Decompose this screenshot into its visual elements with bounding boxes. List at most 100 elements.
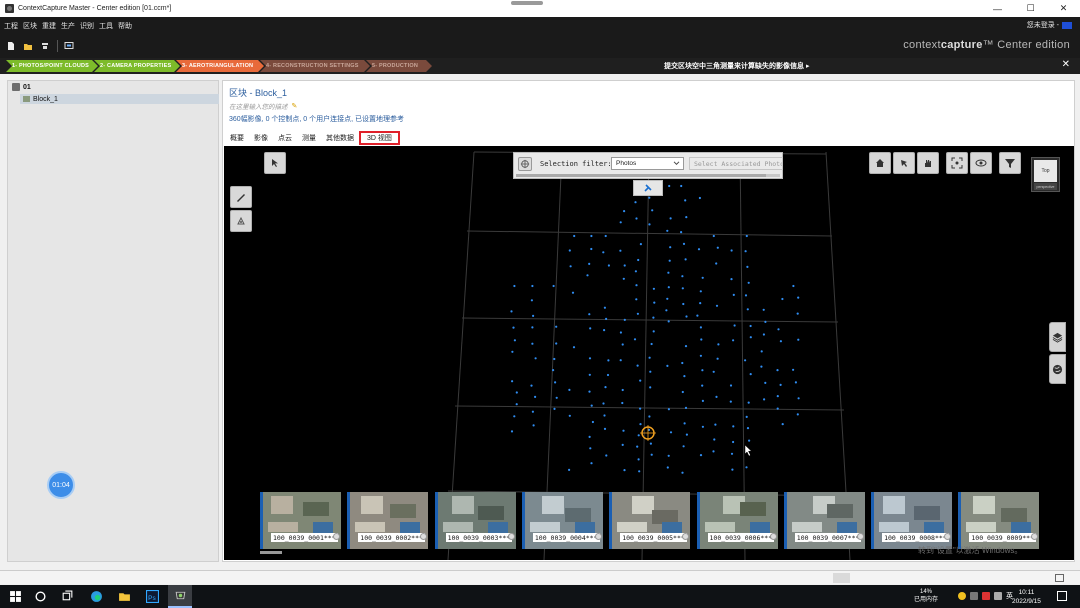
step-photos[interactable]: 1- PHOTOS/POINT CLOUDS xyxy=(6,60,98,72)
edge-browser-icon[interactable] xyxy=(89,589,104,604)
photo-thumbnail[interactable]: 100_0039_0002*** xyxy=(347,492,429,549)
tray-app-icon[interactable] xyxy=(958,592,966,600)
selection-filter-dropdown[interactable]: Photos xyxy=(611,157,684,170)
thumbnail-label: 100_0039_0003*** xyxy=(445,533,513,542)
tab-surveys[interactable]: 测量 xyxy=(297,131,321,145)
login-flag-icon xyxy=(1062,21,1072,29)
workflow-message[interactable]: 提交区块空中三角测量来计算缺失的影像信息 ▸ xyxy=(664,61,809,71)
svg-text:Ps: Ps xyxy=(148,595,156,602)
menu-block[interactable]: 区块 xyxy=(22,21,38,31)
photo-thumbnail[interactable]: 100_0039_0007*** xyxy=(783,492,865,549)
file-explorer-icon[interactable] xyxy=(117,589,132,604)
minimize-button[interactable]: — xyxy=(981,0,1014,17)
photo-thumbnail[interactable]: 100_0039_0008*** xyxy=(871,492,953,549)
layers-button[interactable] xyxy=(1049,322,1066,352)
navigation-cube[interactable]: Top perspective xyxy=(1031,157,1060,192)
photo-thumbnail[interactable]: 100_0039_0001*** xyxy=(260,492,341,549)
filter-target-icon[interactable] xyxy=(518,157,532,171)
save-icon[interactable] xyxy=(39,40,51,52)
thumbnail-label: 100_0039_0001*** xyxy=(271,533,338,542)
memory-indicator[interactable]: 14% 已用内存 xyxy=(914,588,938,604)
filter-button[interactable] xyxy=(999,152,1021,174)
home-view-button[interactable] xyxy=(869,152,891,174)
tools-toggle-button[interactable] xyxy=(633,180,663,196)
step-aerotriangulation[interactable]: 3- AEROTRIANGULATION xyxy=(176,60,264,72)
tab-general[interactable]: 概要 xyxy=(225,131,249,145)
menu-tools[interactable]: 工具 xyxy=(98,21,114,31)
select-associated-photos-button[interactable]: Select Associated Photos xyxy=(689,157,783,170)
selection-filter-bar: Selection filter: Photos Select Associat… xyxy=(513,152,783,179)
step-camera-properties[interactable]: 2- CAMERA PROPERTIES xyxy=(94,60,180,72)
thumbnail-label: 100_0039_0007*** xyxy=(794,533,862,542)
photo-thumbnail[interactable]: 100_0039_0006*** xyxy=(696,492,778,549)
workflow-close-button[interactable]: ✕ xyxy=(1062,59,1070,70)
task-view-icon[interactable] xyxy=(60,589,75,604)
photo-thumbnail[interactable]: 100_0039_0005*** xyxy=(609,492,691,549)
filter-scrollbar[interactable] xyxy=(516,174,780,177)
tab-point-clouds[interactable]: 点云 xyxy=(273,131,297,145)
security-icon[interactable] xyxy=(982,592,990,600)
thumbnail-scrollbar[interactable] xyxy=(260,551,282,554)
windows-start-icon[interactable] xyxy=(8,589,23,604)
menu-help[interactable]: 帮助 xyxy=(117,21,133,31)
pan-button[interactable] xyxy=(917,152,939,174)
navcube-top-face[interactable]: Top xyxy=(1034,160,1057,182)
visibility-button[interactable] xyxy=(970,152,992,174)
volume-icon[interactable] xyxy=(994,592,1002,600)
new-file-icon[interactable] xyxy=(5,40,17,52)
contextcapture-taskbar-icon[interactable] xyxy=(168,585,192,608)
wrench-icon xyxy=(644,184,652,192)
toolbar-separator xyxy=(57,40,58,52)
network-icon[interactable] xyxy=(970,592,978,600)
drag-handle[interactable] xyxy=(511,1,543,5)
windows-taskbar: Ps 14% 已用内存 英 10:11 2022/9/15 xyxy=(0,585,1080,608)
3d-viewport[interactable]: Selection filter: Photos Select Associat… xyxy=(224,146,1074,560)
clock-date: 2022/9/15 xyxy=(1012,598,1041,605)
tab-3d-view[interactable]: 3D 视图 xyxy=(359,131,400,145)
block-stats: 360幅影像, 0 个控制点, 0 个用户连接点, 已设置地理参考 xyxy=(229,116,405,123)
status-panel-icon[interactable] xyxy=(1055,574,1064,582)
photo-thumbnail[interactable]: 100_0039_0009*** xyxy=(958,492,1040,549)
measure-tool-button[interactable] xyxy=(230,186,252,208)
maximize-button[interactable]: ☐ xyxy=(1014,0,1047,17)
select-tool-button[interactable] xyxy=(264,152,286,174)
thumbnail-label: 100_0039_0005*** xyxy=(620,533,687,542)
mouse-cursor-icon xyxy=(744,444,753,457)
menu-reconstruct[interactable]: 重建 xyxy=(41,21,57,31)
photoshop-icon[interactable]: Ps xyxy=(145,589,160,604)
pin-icon xyxy=(237,216,245,225)
menu-production[interactable]: 生产 xyxy=(60,21,76,31)
thumbnail-status-icon xyxy=(333,533,340,540)
annotation-tool-button[interactable] xyxy=(230,210,252,232)
background-map-button[interactable] xyxy=(1049,354,1066,384)
step-production[interactable]: 5- PRODUCTION xyxy=(366,60,432,72)
window-title: ContextCapture Master - Center edition [… xyxy=(18,5,172,12)
status-scroll-thumb[interactable] xyxy=(833,573,850,583)
system-tray: 英 xyxy=(958,591,1013,601)
tab-photos[interactable]: 影像 xyxy=(249,131,273,145)
photo-thumbnail[interactable]: 100_0039_0004*** xyxy=(521,492,603,549)
main-toolbar: contextcapture™ Center edition xyxy=(0,34,1080,58)
hand-icon xyxy=(925,160,931,167)
open-folder-icon[interactable] xyxy=(22,40,34,52)
notification-center-icon[interactable] xyxy=(1057,591,1067,601)
tree-root[interactable]: 01 xyxy=(12,83,31,91)
search-icon[interactable] xyxy=(33,589,48,604)
photo-thumbnail[interactable]: 100_0039_0003*** xyxy=(434,492,516,549)
block-description[interactable]: 在这里输入您的描述 ✎ xyxy=(229,101,297,111)
brand-bold: capture xyxy=(940,39,983,51)
menu-project[interactable]: 工程 xyxy=(3,21,19,31)
orbit-button[interactable] xyxy=(893,152,915,174)
close-button[interactable]: ✕ xyxy=(1047,0,1080,17)
clock[interactable]: 10:11 2022/9/15 xyxy=(1012,588,1041,606)
tab-additional-data[interactable]: 其他数据 xyxy=(321,131,359,145)
menu-recognition[interactable]: 识别 xyxy=(79,21,95,31)
tree-item-label: Block_1 xyxy=(33,95,58,103)
screen-icon[interactable] xyxy=(63,40,75,52)
edit-pencil-icon[interactable]: ✎ xyxy=(292,102,298,110)
step-reconstruction-settings[interactable]: 4- RECONSTRUCTION SETTINGS xyxy=(260,60,370,72)
login-status[interactable]: 您未登录 - xyxy=(1027,20,1072,30)
navcube-projection[interactable]: perspective xyxy=(1034,183,1057,190)
zoom-extents-button[interactable] xyxy=(946,152,968,174)
tree-item-block[interactable]: Block_1 xyxy=(20,94,219,104)
